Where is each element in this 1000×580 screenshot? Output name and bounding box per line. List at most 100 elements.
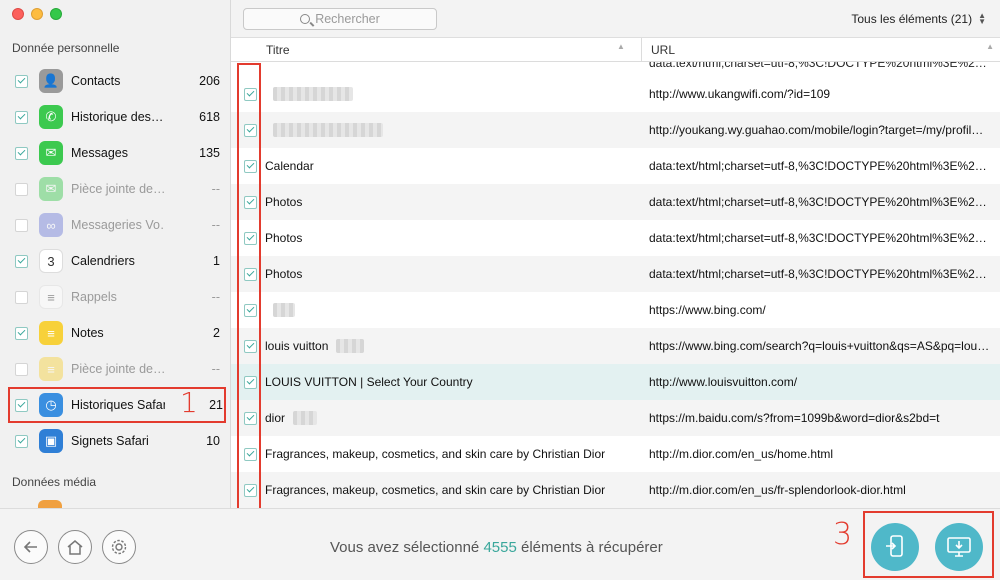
sidebar-item-count: 135 — [199, 146, 220, 160]
row-checkbox[interactable] — [244, 123, 257, 137]
row-title-cell: Fragrances, makeup, cosmetics, and skin … — [265, 483, 605, 497]
table-header: Titre ▲ URL ▲ — [231, 38, 1000, 62]
sidebar-item[interactable]: 👤 Contacts 206 — [0, 63, 230, 99]
sort-icon: ▲ — [617, 42, 625, 51]
column-url-header[interactable]: URL — [651, 43, 675, 57]
sidebar-item[interactable]: 3 Calendriers 1 — [0, 243, 230, 279]
row-checkbox[interactable] — [244, 483, 257, 497]
filter-dropdown[interactable]: Tous les éléments (21) ▲ ▼ — [851, 12, 986, 27]
sidebar-item-label: Contacts — [71, 74, 121, 88]
table-row[interactable]: Fragrances, makeup, cosmetics, and skin … — [231, 436, 1000, 472]
category-checkbox[interactable] — [15, 398, 28, 412]
table-row[interactable]: Photos data:text/html;charset=utf-8,%3C!D… — [231, 256, 1000, 292]
row-checkbox[interactable] — [244, 303, 257, 317]
row-checkbox[interactable] — [244, 447, 257, 461]
sidebar-item[interactable]: ✆ Historique des… 618 — [0, 99, 230, 135]
table-row[interactable]: LOUIS VUITTON | Select Your Country http:… — [231, 364, 1000, 400]
table-row[interactable]: dior https://m.baidu.com/s?from=1099b&wor… — [231, 400, 1000, 436]
home-button[interactable] — [58, 530, 92, 564]
row-checkbox[interactable] — [244, 195, 257, 209]
column-divider[interactable] — [641, 38, 642, 62]
row-checkbox[interactable] — [244, 159, 257, 173]
sidebar-item-label: Notes — [71, 326, 104, 340]
row-url: data:text/html;charset=utf-8,%3C!DOCTYPE… — [649, 195, 987, 209]
category-checkbox[interactable] — [15, 326, 28, 340]
row-url: data:text/html;charset=utf-8,%3C!DOCTYPE… — [649, 267, 987, 281]
redacted-text — [293, 411, 318, 425]
row-title: Photos — [265, 267, 303, 281]
sidebar-item[interactable]: ≡ Pièce jointe de… -- — [0, 351, 230, 387]
search-icon — [300, 14, 311, 24]
table-row[interactable]: Fragrances, makeup, cosmetics, and skin … — [231, 472, 1000, 508]
category-checkbox[interactable] — [15, 218, 28, 232]
category-checkbox[interactable] — [15, 74, 28, 88]
row-url: https://www.bing.com/ — [649, 303, 766, 317]
table-row[interactable]: http://www.ukangwifi.com/?id=109 — [231, 76, 1000, 112]
sidebar-item-count: 2 — [213, 326, 220, 340]
category-checkbox[interactable] — [15, 146, 28, 160]
sidebar-item-count: 21 — [209, 398, 223, 412]
row-url: https://www.bing.com/search?q=louis+vuit… — [649, 339, 990, 353]
minimize-window-button[interactable] — [31, 8, 43, 20]
search-placeholder: Rechercher — [315, 12, 380, 26]
back-button[interactable] — [14, 530, 48, 564]
recover-to-computer-button[interactable] — [935, 523, 983, 571]
table-row[interactable]: Calendar data:text/html;charset=utf-8,%3C… — [231, 148, 1000, 184]
category-checkbox[interactable] — [15, 182, 28, 196]
sidebar-item-count: 1 — [213, 254, 220, 268]
category-checkbox[interactable] — [15, 290, 28, 304]
row-title-cell: louis vuitton — [265, 339, 365, 353]
zoom-window-button[interactable] — [50, 8, 62, 20]
sidebar-item[interactable]: ✉ Pièce jointe de… -- — [0, 171, 230, 207]
table-row[interactable]: Photos data:text/html;charset=utf-8,%3C!D… — [231, 220, 1000, 256]
category-checkbox[interactable] — [15, 110, 28, 124]
sidebar-item[interactable]: ✉ Messages 135 — [0, 135, 230, 171]
row-title-cell: Photos — [265, 267, 302, 281]
settings-button[interactable] — [102, 530, 136, 564]
table-row[interactable]: louis vuitton https://www.bing.com/search… — [231, 328, 1000, 364]
row-title-cell: Photos — [265, 231, 302, 245]
column-title-header[interactable]: Titre — [266, 43, 290, 57]
row-title: Fragrances, makeup, cosmetics, and skin … — [265, 447, 606, 461]
row-url: http://www.louisvuitton.com/ — [649, 375, 798, 389]
row-checkbox[interactable] — [244, 231, 257, 245]
row-url: http://m.dior.com/en_us/fr-splendorlook-… — [649, 483, 906, 497]
sidebar-item-label: Messageries Vo… — [71, 218, 165, 232]
row-checkbox[interactable] — [244, 411, 257, 425]
sidebar-item-count: 618 — [199, 110, 220, 124]
sidebar-item-label: Signets Safari — [71, 434, 149, 448]
category-checkbox[interactable] — [15, 254, 28, 268]
status-suffix: éléments à récupérer — [521, 539, 663, 556]
row-checkbox[interactable] — [244, 339, 257, 353]
table-row[interactable]: https://www.bing.com/ — [231, 292, 1000, 328]
table-row[interactable]: http://youkang.wy.guahao.com/mobile/logi… — [231, 112, 1000, 148]
close-window-button[interactable] — [12, 8, 24, 20]
sidebar-item[interactable]: ▣ Signets Safari 10 — [0, 423, 230, 459]
sidebar-item-label: Pièce jointe de… — [71, 362, 165, 376]
messages-icon: ✉ — [39, 141, 63, 165]
sidebar-item[interactable]: ≡ Rappels -- — [0, 279, 230, 315]
toolbar: Rechercher Tous les éléments (21) ▲ ▼ — [231, 0, 1000, 38]
sort-icon: ▲ — [986, 42, 994, 51]
status-prefix: Vous avez sélectionné — [330, 539, 480, 556]
annotation-1: 1 — [180, 386, 198, 419]
category-checkbox[interactable] — [15, 362, 28, 376]
redacted-text — [336, 339, 365, 353]
sidebar-item[interactable]: ∞ Messageries Vo… -- — [0, 207, 230, 243]
sidebar-item[interactable]: ≡ Notes 2 — [0, 315, 230, 351]
row-checkbox[interactable] — [244, 267, 257, 281]
table-row[interactable]: Photos data:text/html;charset=utf-8,%3C!D… — [231, 184, 1000, 220]
sidebar-item-label: Pièce jointe de… — [71, 182, 165, 196]
search-input[interactable]: Rechercher — [243, 8, 437, 30]
selection-status: Vous avez sélectionné 4555 éléments à ré… — [330, 539, 663, 556]
window-controls — [12, 8, 62, 20]
row-checkbox[interactable] — [244, 375, 257, 389]
sidebar-item-count: -- — [211, 182, 220, 196]
partial-row-url: data:text/html;charset=utf-8,%3C!DOCTYPE… — [649, 62, 987, 70]
row-url: data:text/html;charset=utf-8,%3C!DOCTYPE… — [649, 159, 987, 173]
recover-to-device-button[interactable] — [871, 523, 919, 571]
row-checkbox[interactable] — [244, 87, 257, 101]
row-title-cell: dior — [265, 411, 318, 425]
sidebar: Donnée personnelle 👤 Contacts 206 ✆ Historiq… — [0, 0, 231, 508]
category-checkbox[interactable] — [15, 434, 28, 448]
